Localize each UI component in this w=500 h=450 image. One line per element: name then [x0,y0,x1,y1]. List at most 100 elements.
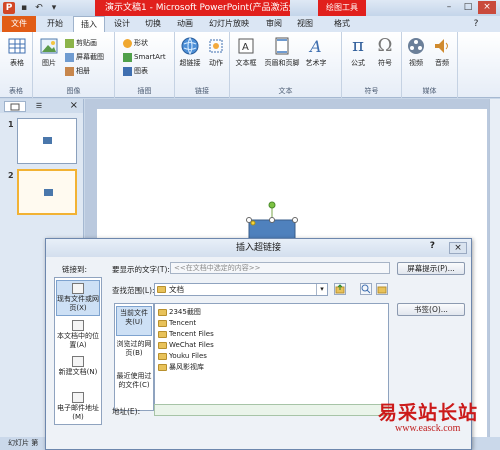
table-button[interactable]: 表格 [4,36,30,68]
action-label: 动作 [209,59,223,67]
group-label: 插图 [137,87,152,95]
picture-button[interactable]: 图片 [37,36,61,68]
smartart-button[interactable]: SmartArt [123,52,166,63]
redo-icon[interactable]: ▾ [48,2,60,14]
browse-file-icon[interactable] [376,283,388,295]
powerpoint-icon[interactable]: P [3,2,15,14]
screentip-button[interactable]: 屏幕提示(P)... [397,262,465,275]
tab-design[interactable]: 设计 [108,16,136,32]
up-folder-icon[interactable] [334,283,346,295]
display-text-field[interactable]: <<在文档中选定的内容>> [170,262,390,274]
symbol-label: 符号 [378,59,392,67]
group-label: 图像 [66,87,81,95]
shape-thumbnail [44,189,53,196]
hyperlink-button[interactable]: 超链接 [177,36,203,68]
list-item[interactable]: 2345截图 [158,307,201,317]
tab-review[interactable]: 审阅 [260,16,288,32]
group-text: A 文本框 页眉和页脚 A 艺术字 文本 [230,32,342,98]
save-icon[interactable]: ▪ [18,2,30,14]
dialog-close-button[interactable]: × [449,242,467,254]
wordart-button[interactable]: A 艺术字 [303,36,329,68]
list-item[interactable]: Tencent Files [158,329,214,339]
window-title: 演示文稿1 - Microsoft PowerPoint(产品激活失败) [95,0,290,16]
formula-button[interactable]: π 公式 [346,36,370,68]
shapes-button[interactable]: 形状 [123,38,148,49]
link-new-document[interactable]: 新建文档(N) [56,354,100,388]
tab-view[interactable]: 视图 [291,16,319,32]
group-illustrations: 形状 SmartArt 图表 插图 [115,32,175,98]
slide-thumbnail-selected[interactable] [17,169,77,215]
headerfooter-button[interactable]: 页眉和页脚 [262,36,302,68]
new-document-icon [72,356,84,367]
vertical-scrollbar[interactable] [489,99,500,437]
tab-format[interactable]: 格式 [328,16,356,32]
lookin-value: 文档 [169,285,184,294]
chart-button[interactable]: 图表 [123,66,148,77]
link-item-label: 现有文件或网页(X) [57,295,99,312]
clipart-icon [65,39,74,48]
wordart-icon: A [306,36,326,56]
close-icon[interactable]: × [70,100,78,111]
slide-thumbnail[interactable] [17,118,77,164]
omega-icon: Ω [377,35,393,56]
web-page-icon [72,283,84,294]
tab-animations[interactable]: 动画 [171,16,199,32]
maximize-icon[interactable]: □ [459,1,477,14]
file-list: 2345截图 Tencent Tencent Files WeChat File… [154,303,389,411]
nav-current-folder[interactable]: 当前文件夹(U) [116,306,152,336]
group-media: 视频 音频 媒体 [402,32,458,98]
textbox-icon: A [236,36,256,56]
chart-label: 图表 [134,67,148,75]
group-symbols: π 公式 Ω 符号 符号 [342,32,402,98]
email-icon [72,392,84,403]
close-icon[interactable]: × [478,1,496,14]
screenshot-button[interactable]: 屏幕截图 [65,52,104,63]
speaker-icon [432,36,452,56]
tab-slideshow[interactable]: 幻灯片放映 [202,16,256,32]
tab-insert[interactable]: 插入 [73,16,105,32]
audio-button[interactable]: 音频 [430,36,454,68]
screenshot-icon [65,53,74,62]
hyperlink-label: 超链接 [179,59,201,67]
smartart-label: SmartArt [134,53,166,61]
link-place-in-document[interactable]: 本文档中的位置(A) [56,318,100,352]
tab-file[interactable]: 文件 [2,16,36,32]
nav-recent-files[interactable]: 最近使用过的文件(C) [116,370,152,408]
group-label: 媒体 [422,87,437,95]
address-field[interactable] [154,404,389,416]
link-existing-file[interactable]: 现有文件或网页(X) [56,280,100,316]
list-item[interactable]: 暴风影视库 [158,362,204,372]
watermark-url: www.easck.com [395,423,461,434]
clipart-button[interactable]: 剪贴画 [65,38,97,49]
folder-icon [158,330,167,338]
help-icon[interactable]: ? [470,16,482,32]
group-images: 图片 剪贴画 屏幕截图 相册 图像 [33,32,115,98]
nav-browsed-pages[interactable]: 浏览过的网页(B) [116,338,152,368]
tab-outline[interactable]: ☰ [28,101,50,112]
tab-transitions[interactable]: 切换 [139,16,167,32]
list-item[interactable]: WeChat Files [158,340,214,350]
search-web-icon[interactable] [360,283,372,295]
help-button[interactable]: ? [430,241,435,251]
action-button[interactable]: 动作 [204,36,228,68]
lookin-dropdown[interactable]: 文档 ▾ [154,283,328,296]
minimize-icon[interactable]: – [440,1,458,14]
video-button[interactable]: 视频 [404,36,428,68]
list-item[interactable]: Tencent [158,318,196,328]
textbox-button[interactable]: A 文本框 [232,36,260,68]
file-name: WeChat Files [169,341,214,349]
lookin-label: 查找范围(L): [112,286,155,295]
group-label: 符号 [364,87,379,95]
tab-slides[interactable] [4,101,26,112]
bookmark-button[interactable]: 书签(O)... [397,303,465,316]
list-item[interactable]: Youku Files [158,351,207,361]
quick-access-toolbar: P ▪ ↶ ▾ [3,2,60,14]
symbol-button[interactable]: Ω 符号 [373,36,397,68]
link-email-address[interactable]: 电子邮件地址(M) [56,390,100,424]
chart-icon [123,67,132,76]
undo-icon[interactable]: ↶ [33,2,45,14]
textbox-label: 文本框 [235,59,257,67]
file-name: Tencent [169,319,197,327]
album-button[interactable]: 相册 [65,66,90,77]
tab-home[interactable]: 开始 [40,16,70,32]
